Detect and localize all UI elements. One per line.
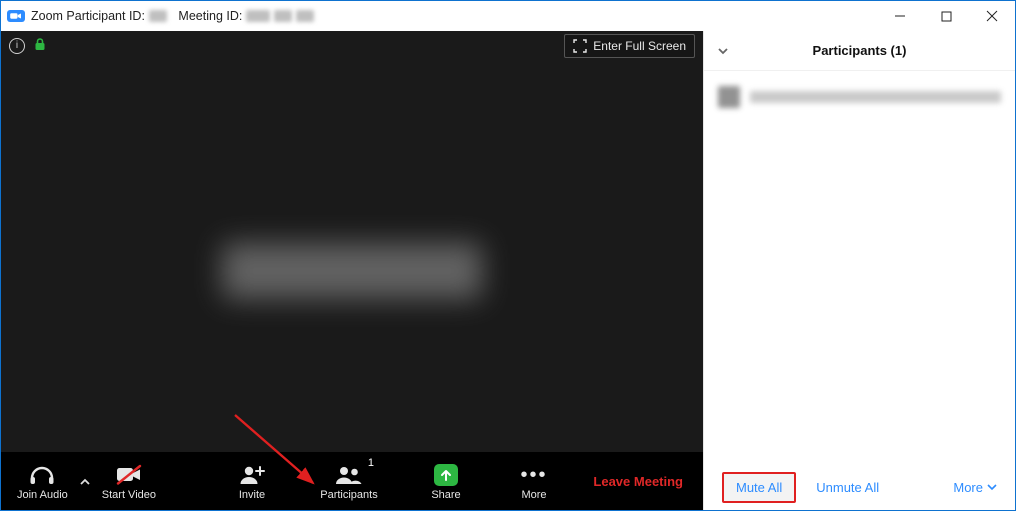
fullscreen-label: Enter Full Screen xyxy=(593,39,686,53)
participants-panel-footer: Mute All Unmute All More xyxy=(704,464,1015,510)
participants-panel-header: Participants (1) xyxy=(704,31,1015,71)
participant-id-label: Zoom Participant ID: xyxy=(31,9,145,23)
meeting-toolbar: Join Audio Start Video xyxy=(1,452,703,510)
minimize-button[interactable] xyxy=(877,1,923,31)
more-dots-icon: ••• xyxy=(520,463,547,487)
close-button[interactable] xyxy=(969,1,1015,31)
unmute-all-button[interactable]: Unmute All xyxy=(816,480,879,495)
chevron-down-icon xyxy=(987,482,997,492)
encryption-lock-icon xyxy=(33,37,47,56)
participants-button[interactable]: 1 Participants xyxy=(308,453,390,510)
participants-people-icon xyxy=(334,463,364,487)
mute-all-button[interactable]: Mute All xyxy=(722,472,796,503)
collapse-panel-chevron[interactable] xyxy=(716,44,730,58)
meeting-id-redacted-3 xyxy=(296,10,314,22)
start-video-button[interactable]: Start Video xyxy=(94,453,164,510)
invite-person-plus-icon xyxy=(238,463,266,487)
window-titlebar: Zoom Participant ID: Meeting ID: xyxy=(1,1,1015,31)
invite-button[interactable]: Invite xyxy=(220,453,284,510)
participant-row-redacted[interactable] xyxy=(718,81,1001,113)
title-text: Zoom Participant ID: Meeting ID: xyxy=(31,9,314,23)
participant-id-redacted xyxy=(149,10,167,22)
participants-more-button[interactable]: More xyxy=(953,480,997,495)
zoom-app-icon xyxy=(7,7,25,25)
participants-panel: Participants (1) Mute All Unmute All Mor… xyxy=(703,31,1015,510)
more-button[interactable]: ••• More xyxy=(502,453,566,510)
avatar xyxy=(718,86,740,108)
participants-panel-title: Participants (1) xyxy=(813,43,907,58)
participants-count-badge: 1 xyxy=(368,457,374,469)
video-off-icon xyxy=(115,463,143,487)
meeting-id-redacted-2 xyxy=(274,10,292,22)
maximize-button[interactable] xyxy=(923,1,969,31)
share-button[interactable]: Share xyxy=(414,453,478,510)
share-screen-icon xyxy=(434,464,458,486)
meeting-id-label: Meeting ID: xyxy=(178,9,242,23)
window-controls xyxy=(877,1,1015,31)
enter-fullscreen-button[interactable]: Enter Full Screen xyxy=(564,34,695,58)
leave-meeting-button[interactable]: Leave Meeting xyxy=(593,474,695,489)
headphones-icon xyxy=(28,463,56,487)
meeting-video-area: i xyxy=(1,31,703,510)
join-audio-button[interactable]: Join Audio xyxy=(9,453,76,510)
meeting-id-redacted-1 xyxy=(246,10,270,22)
fullscreen-icon xyxy=(573,39,587,53)
info-icon[interactable]: i xyxy=(9,38,25,54)
participant-name-redacted xyxy=(750,91,1001,103)
audio-options-caret[interactable] xyxy=(76,453,94,510)
